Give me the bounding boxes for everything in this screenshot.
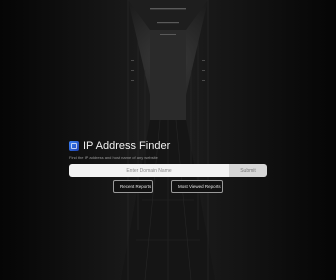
- title-row: IP Address Finder: [69, 139, 267, 153]
- globe-icon: [69, 141, 79, 151]
- search-form: Submit: [69, 164, 267, 177]
- recent-reports-button[interactable]: Recent Reports: [113, 180, 153, 193]
- report-buttons: Recent Reports Most Viewed Reports: [113, 180, 223, 193]
- page-subtitle: Find the IP address and host name of any…: [69, 155, 158, 160]
- finder-panel: IP Address Finder Find the IP address an…: [69, 139, 267, 177]
- domain-name-input[interactable]: [69, 164, 229, 177]
- page-title: IP Address Finder: [83, 140, 171, 152]
- submit-button[interactable]: Submit: [229, 164, 267, 177]
- most-viewed-reports-button[interactable]: Most Viewed Reports: [171, 180, 223, 193]
- page: IP Address Finder Find the IP address an…: [0, 0, 336, 280]
